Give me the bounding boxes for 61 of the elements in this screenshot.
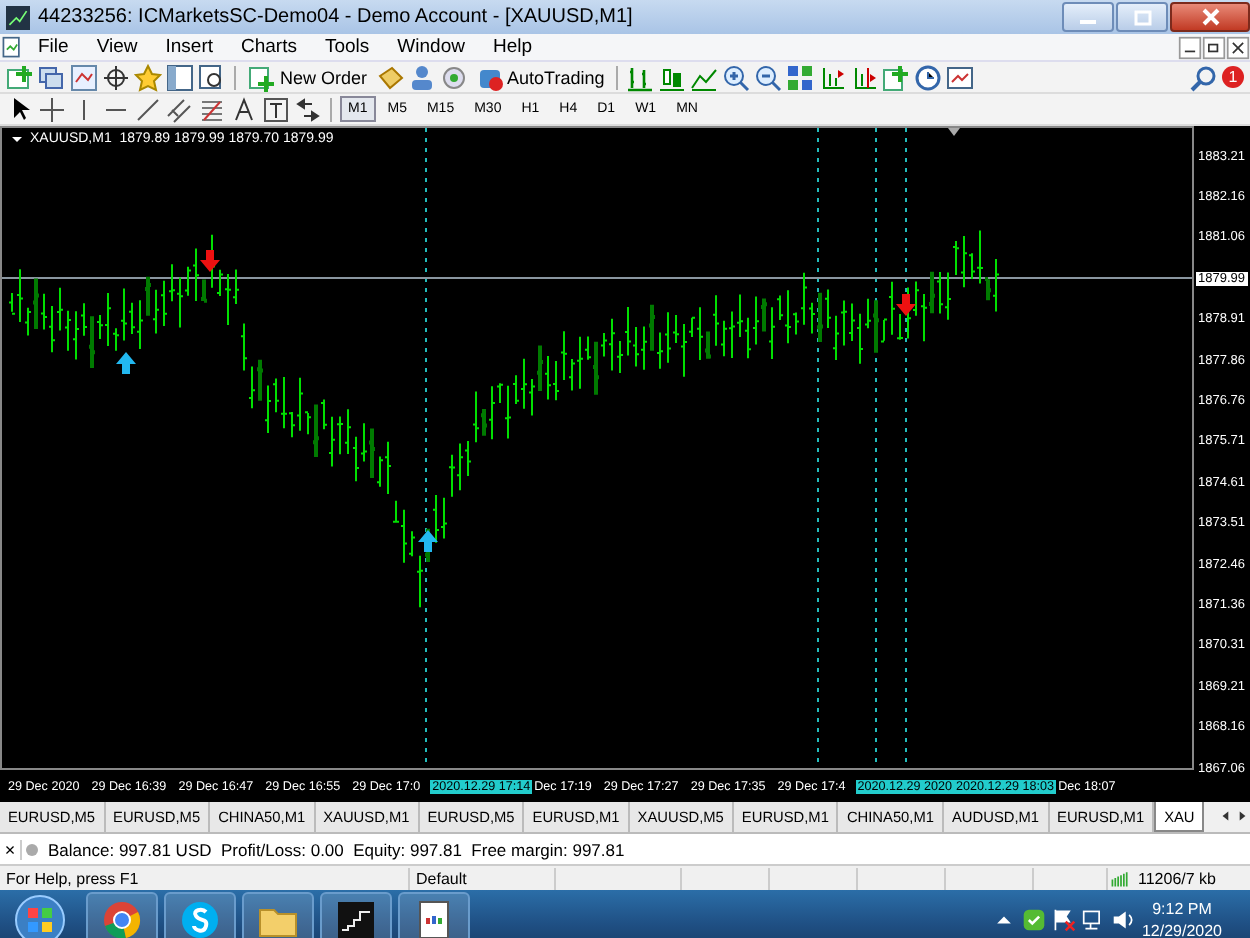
star-icon[interactable] bbox=[134, 63, 162, 91]
app-icon[interactable] bbox=[6, 5, 30, 29]
flag-icon[interactable] bbox=[1051, 907, 1076, 931]
menu-item[interactable]: File bbox=[24, 36, 83, 58]
template-icon[interactable] bbox=[946, 63, 975, 91]
menu-item[interactable]: View bbox=[82, 36, 152, 58]
menu-item[interactable]: Help bbox=[478, 36, 547, 58]
bar-chart-icon[interactable] bbox=[626, 63, 655, 91]
text-tool-icon[interactable] bbox=[230, 95, 258, 123]
clock-time: 9:12 PM bbox=[1150, 897, 1214, 919]
trading-app-icon[interactable] bbox=[336, 899, 376, 938]
profiles-icon[interactable] bbox=[38, 63, 66, 91]
minimize-button[interactable] bbox=[1062, 2, 1114, 32]
close-icon bbox=[1201, 8, 1219, 26]
connection-bars-icon[interactable] bbox=[1108, 868, 1134, 888]
document-window-icon[interactable] bbox=[414, 899, 454, 938]
menu-item[interactable]: Insert bbox=[151, 36, 227, 58]
new-order-button[interactable]: New Order bbox=[244, 63, 372, 91]
clock-icon[interactable] bbox=[914, 63, 943, 91]
account-summary: Balance: 997.81 USD Profit/Loss: 0.00 Equity: 997.81 Free margin: 997.81 bbox=[48, 839, 625, 859]
zoom-in-icon[interactable] bbox=[722, 63, 751, 91]
chart-shift-icon[interactable] bbox=[850, 63, 879, 91]
text-label-icon[interactable] bbox=[262, 95, 290, 123]
close-icon[interactable] bbox=[1226, 35, 1250, 59]
maximize-icon bbox=[1133, 9, 1151, 25]
status-dot-icon[interactable] bbox=[22, 839, 42, 859]
tile-windows-icon[interactable] bbox=[786, 63, 815, 91]
speaker-icon[interactable] bbox=[1111, 907, 1136, 931]
zoom-out-icon[interactable] bbox=[754, 63, 783, 91]
arrows-icon[interactable] bbox=[294, 95, 322, 123]
up-arrow-icon bbox=[116, 352, 136, 374]
document-icon[interactable] bbox=[0, 35, 24, 59]
search-icon[interactable] bbox=[1190, 63, 1218, 91]
shield-icon[interactable] bbox=[1021, 907, 1046, 931]
market-watch-icon[interactable] bbox=[70, 63, 98, 91]
skype-icon[interactable] bbox=[180, 899, 220, 938]
network-icon[interactable] bbox=[1081, 907, 1106, 931]
window-title: 44233256: ICMarketsSC-Demo04 - Demo Account - [XAUUSD,M1] bbox=[38, 6, 635, 28]
chrome-icon[interactable] bbox=[102, 899, 142, 938]
close-terminal-button[interactable]: × bbox=[0, 839, 22, 859]
crosshair-icon[interactable] bbox=[38, 95, 66, 123]
trendline-icon[interactable] bbox=[134, 95, 162, 123]
traffic-text: 11206/7 kb bbox=[1138, 869, 1216, 887]
down-arrow-icon bbox=[200, 250, 220, 272]
up-arrow-icon bbox=[418, 530, 438, 552]
maximize-button[interactable] bbox=[1116, 2, 1168, 32]
menu-item[interactable]: Tools bbox=[310, 36, 384, 58]
auto-trading-button[interactable]: AutoTrading bbox=[471, 63, 609, 91]
candles-icon[interactable] bbox=[658, 63, 687, 91]
restore-icon[interactable] bbox=[1202, 35, 1226, 59]
down-arrow-icon bbox=[896, 294, 916, 316]
crosshair-icon[interactable] bbox=[102, 63, 130, 91]
fibonacci-icon[interactable] bbox=[198, 95, 226, 123]
notification-badge[interactable]: 1 bbox=[1222, 66, 1244, 88]
clock-date: 12/29/2020 bbox=[1141, 919, 1222, 938]
menu-item[interactable]: Window bbox=[383, 36, 479, 58]
window-icon[interactable] bbox=[166, 63, 194, 91]
dropdown-icon[interactable] bbox=[10, 132, 24, 146]
close-button[interactable] bbox=[1170, 2, 1250, 32]
chart-scroll-icon[interactable] bbox=[818, 63, 847, 91]
menu-item[interactable]: Charts bbox=[227, 36, 311, 58]
